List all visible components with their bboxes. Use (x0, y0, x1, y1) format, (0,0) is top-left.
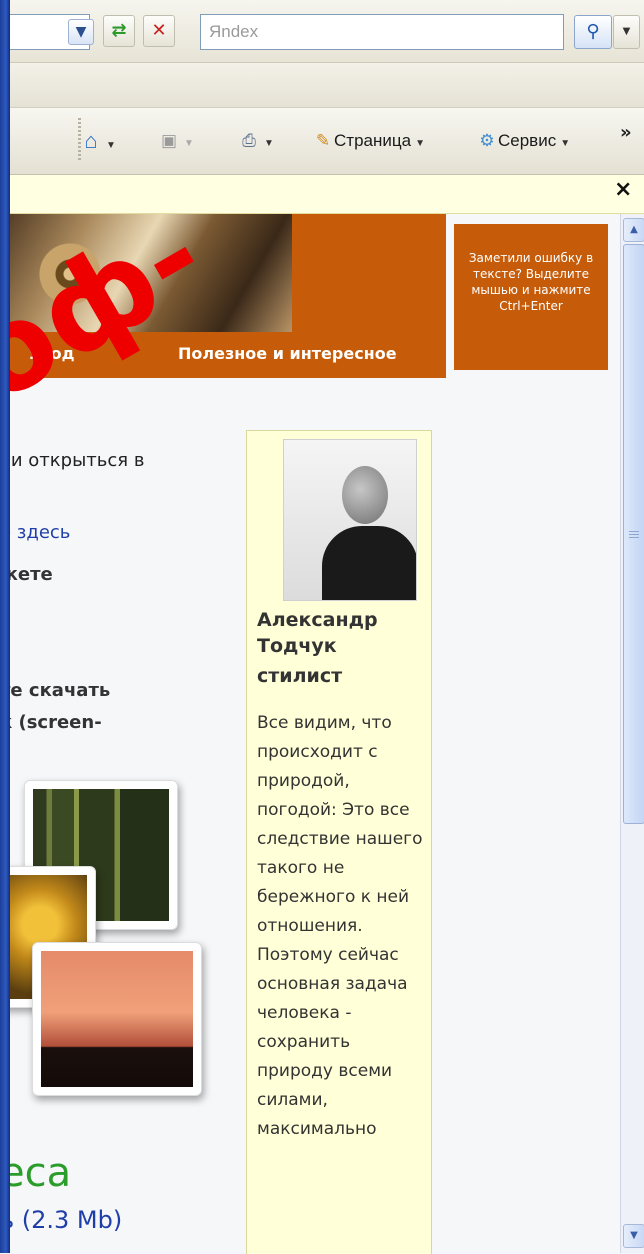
refresh-icon: ⇄ (111, 20, 127, 41)
home-icon: ⌂ (84, 128, 98, 153)
refresh-button[interactable]: ⇄ (103, 15, 135, 47)
chevron-down-icon: ▼ (415, 138, 425, 149)
gear-icon: ⚙ (479, 131, 495, 150)
stop-button[interactable]: ✕ (143, 15, 175, 47)
web-page: Уход Полезное и интересное Заметили ошиб… (0, 214, 620, 1254)
command-bar: ⌂ ▼ ▣ ▼ ⎙ ▼ ✎ Страница ▼ ⚙ Сервис ▼ » (0, 108, 644, 175)
nav-link-care[interactable]: Уход (28, 344, 75, 363)
scroll-up-button[interactable]: ▲ (623, 218, 644, 242)
address-dropdown-button[interactable]: ▼ (68, 19, 94, 45)
tools-menu-label: Сервис (498, 131, 557, 150)
author-role: стилист (257, 665, 343, 687)
download-heading-line2: к (screen- (0, 712, 102, 733)
information-bar: × (0, 175, 644, 214)
slide-left-border (0, 0, 10, 1253)
body-link[interactable]: е здесь (0, 522, 70, 543)
printer-icon: ⎙ (242, 131, 256, 150)
body-text-line: ки открыться в (0, 450, 145, 471)
page-menu-label: Страница (334, 131, 412, 150)
close-icon: ✕ (151, 20, 167, 41)
home-button[interactable]: ⌂ ▼ (80, 128, 116, 154)
print-button[interactable]: ⎙ ▼ (238, 128, 274, 154)
grip-icon (629, 531, 639, 539)
scroll-down-button[interactable]: ▼ (623, 1224, 644, 1248)
search-placeholder: Яndex (209, 22, 259, 41)
chevron-down-icon: ▼ (630, 1230, 638, 1241)
nav-link-useful[interactable]: Полезное и интересное (178, 344, 397, 363)
chevron-down-icon: ▼ (75, 24, 87, 40)
info-bar-close-button[interactable]: × (614, 177, 632, 202)
feeds-button[interactable]: ▣ ▼ (158, 128, 194, 154)
download-link[interactable]: ь (2.3 Mb) (0, 1206, 122, 1234)
rss-icon: ▣ (160, 131, 178, 150)
search-options-button[interactable]: ▼ (613, 15, 640, 49)
search-button[interactable]: ⚲ (574, 15, 612, 49)
header-tiger-image (0, 214, 292, 332)
author-sidebar: Александр Тодчук стилист Все видим, что … (246, 430, 432, 1254)
chevron-up-icon: ▲ (630, 224, 638, 235)
more-commands-button[interactable]: » (620, 122, 632, 143)
chevron-down-icon: ▼ (264, 138, 274, 149)
search-icon: ⚲ (586, 21, 600, 42)
address-toolbar: ▼ ⇄ ✕ Яndex ⚲ ▼ (0, 0, 644, 63)
chevron-down-icon: ▼ (622, 26, 631, 37)
sunset-photo (32, 942, 202, 1096)
scroll-thumb[interactable] (623, 244, 644, 824)
page-icon: ✎ (315, 131, 331, 150)
error-report-notice: Заметили ошибку в тексте? Выделите мышью… (454, 224, 608, 370)
address-bar[interactable]: ▼ (8, 14, 94, 50)
search-input[interactable]: Яndex (200, 14, 564, 50)
site-header: Уход Полезное и интересное (0, 214, 446, 378)
chevron-down-icon: ▼ (560, 138, 571, 149)
tools-menu-button[interactable]: ⚙ Сервис ▼ (476, 128, 570, 154)
vertical-scrollbar[interactable]: ▲ ▼ (620, 214, 644, 1253)
screensaver-title: еса (0, 1150, 72, 1196)
download-heading-line1: те скачать (0, 680, 111, 701)
links-toolbar (0, 63, 644, 108)
chevron-down-icon: ▼ (184, 138, 194, 149)
author-quote: Все видим, что происходит с природой, по… (257, 713, 423, 1139)
screensaver-preview (0, 774, 210, 1134)
author-name: Александр Тодчук (257, 609, 378, 657)
chevron-down-icon: ▼ (106, 140, 116, 151)
author-photo (283, 439, 417, 601)
page-menu-button[interactable]: ✎ Страница ▼ (312, 128, 425, 154)
